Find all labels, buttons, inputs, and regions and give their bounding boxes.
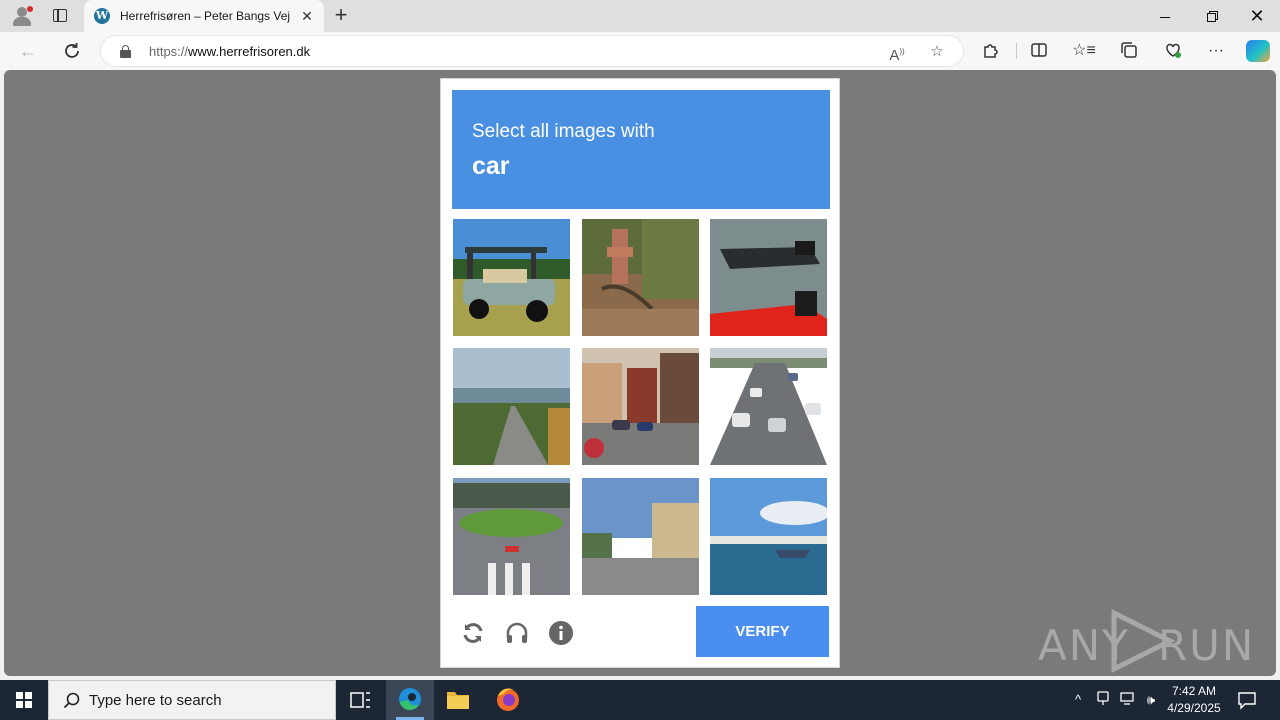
headphones-icon[interactable] bbox=[504, 620, 530, 646]
browser-essentials-icon[interactable] bbox=[1161, 40, 1185, 62]
captcha-tile-7[interactable] bbox=[453, 478, 570, 595]
split-screen-icon[interactable] bbox=[1027, 40, 1051, 62]
refresh-icon[interactable] bbox=[460, 620, 486, 646]
windows-icon bbox=[16, 692, 32, 708]
captcha-tile-1[interactable] bbox=[453, 219, 570, 336]
task-view-icon[interactable] bbox=[336, 680, 384, 720]
close-icon: ✕ bbox=[1249, 6, 1265, 26]
boats-image bbox=[710, 219, 827, 336]
close-window-button[interactable]: ✕ bbox=[1234, 0, 1280, 32]
captcha-tile-9[interactable] bbox=[710, 478, 827, 595]
wordpress-icon: W bbox=[94, 8, 110, 24]
read-aloud-icon[interactable]: A)) bbox=[887, 42, 907, 64]
collections-icon[interactable] bbox=[1117, 40, 1141, 62]
lock-icon[interactable] bbox=[120, 45, 131, 58]
verify-button[interactable]: VERIFY bbox=[696, 606, 829, 657]
address-bar[interactable]: https://www.herrefrisoren.dk A)) ☆ bbox=[100, 35, 964, 67]
clock-time: 7:42 AM bbox=[1171, 684, 1217, 698]
browser-titlebar: W Herrefrisøren – Peter Bangs Vej ✕ + ✕ bbox=[0, 0, 1280, 32]
captcha-dialog: Select all images with car VERIFY bbox=[440, 78, 840, 668]
reload-icon[interactable] bbox=[60, 40, 84, 62]
network-share-icon[interactable] bbox=[1093, 690, 1113, 710]
sea-boat-image bbox=[710, 478, 827, 595]
edge-icon[interactable] bbox=[386, 680, 434, 720]
captcha-tile-2[interactable] bbox=[582, 219, 699, 336]
captcha-target-word: car bbox=[472, 152, 510, 180]
network-icon[interactable] bbox=[1117, 690, 1137, 710]
toolbar-divider bbox=[1016, 43, 1017, 59]
captcha-tile-5[interactable] bbox=[582, 348, 699, 465]
taskbar: Type here to search ^ 🕪 7:42 AM 4/29/202… bbox=[0, 680, 1280, 720]
minimize-button[interactable] bbox=[1142, 0, 1188, 32]
captcha-tile-3[interactable] bbox=[710, 219, 827, 336]
roundabout-image bbox=[453, 478, 570, 595]
file-explorer-icon[interactable] bbox=[434, 680, 482, 720]
clock-date: 4/29/2025 bbox=[1167, 701, 1221, 715]
browser-tab-active[interactable]: W Herrefrisøren – Peter Bangs Vej ✕ bbox=[84, 0, 324, 32]
search-placeholder: Type here to search bbox=[89, 692, 222, 709]
lake-road-image bbox=[453, 348, 570, 465]
volume-icon[interactable]: 🕪 bbox=[1141, 690, 1161, 710]
captcha-header: Select all images with car bbox=[452, 90, 830, 209]
browser-toolbar: ← https://www.herrefrisoren.dk A)) ☆ ☆≡ … bbox=[0, 32, 1280, 70]
tab-actions-icon[interactable] bbox=[48, 6, 72, 26]
url-text: https://www.herrefrisoren.dk bbox=[149, 44, 311, 59]
pedestrian-street-image bbox=[582, 478, 699, 595]
fire-hydrant-image bbox=[582, 219, 699, 336]
restore-icon bbox=[1206, 12, 1216, 22]
tab-close-icon[interactable]: ✕ bbox=[298, 7, 316, 25]
show-hidden-icons-chevron-icon[interactable]: ^ bbox=[1068, 690, 1088, 710]
notifications-icon[interactable] bbox=[1236, 690, 1258, 710]
minimize-icon bbox=[1160, 16, 1170, 18]
tab-title: Herrefrisøren – Peter Bangs Vej bbox=[120, 9, 291, 23]
system-clock[interactable]: 7:42 AM 4/29/2025 bbox=[1160, 683, 1228, 717]
extensions-icon[interactable] bbox=[979, 40, 1003, 62]
taskbar-search[interactable]: Type here to search bbox=[48, 680, 336, 720]
highway-image bbox=[710, 348, 827, 465]
more-icon[interactable]: ··· bbox=[1204, 40, 1228, 62]
firefox-icon[interactable] bbox=[484, 680, 532, 720]
town-street-image bbox=[582, 348, 699, 465]
search-icon bbox=[63, 692, 80, 709]
golf-cart-image bbox=[453, 219, 570, 336]
new-tab-button[interactable]: + bbox=[330, 4, 352, 27]
captcha-tile-4[interactable] bbox=[453, 348, 570, 465]
captcha-tile-6[interactable] bbox=[710, 348, 827, 465]
back-arrow-icon[interactable]: ← bbox=[16, 40, 40, 62]
info-icon[interactable] bbox=[548, 620, 574, 646]
start-button[interactable] bbox=[0, 680, 48, 720]
captcha-tile-8[interactable] bbox=[582, 478, 699, 595]
copilot-icon[interactable] bbox=[1246, 40, 1270, 62]
profile-avatar-icon[interactable] bbox=[10, 5, 34, 27]
captcha-prompt: Select all images with bbox=[472, 121, 655, 142]
favorite-star-icon[interactable]: ☆ bbox=[927, 42, 947, 62]
favorites-icon[interactable]: ☆≡ bbox=[1072, 40, 1096, 62]
restore-button[interactable] bbox=[1188, 0, 1234, 32]
